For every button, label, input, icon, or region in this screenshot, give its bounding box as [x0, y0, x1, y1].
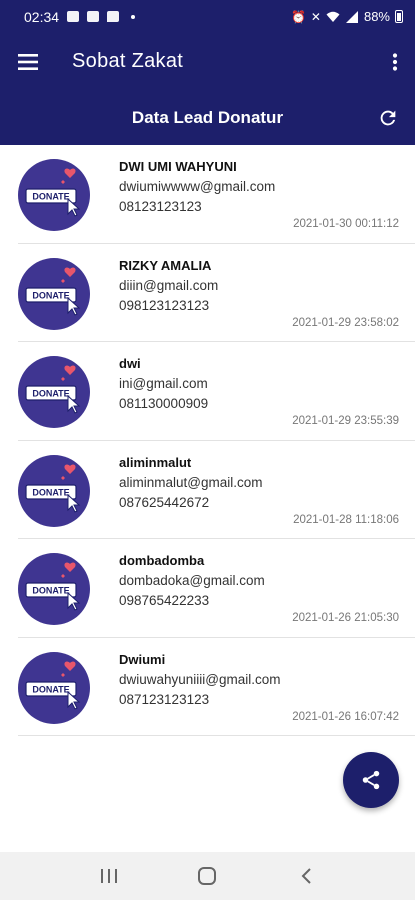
lead-date: 2021-01-28 11:18:06	[293, 513, 399, 526]
refresh-icon	[380, 110, 396, 126]
lead-phone: 098765422233	[119, 593, 210, 608]
lead-phone: 08123123123	[119, 199, 202, 214]
home-icon	[198, 867, 217, 885]
recents-button[interactable]	[89, 856, 129, 896]
lead-name: Dwiumi	[119, 651, 166, 667]
donate-label: DONATE	[32, 586, 69, 596]
hamburger-icon	[18, 53, 38, 70]
donate-avatar: DONATE	[18, 651, 90, 724]
lead-list-item[interactable]: DONATE RIZKY AMALIA diiin@gmail.com 0981231…	[18, 244, 415, 342]
status-time: 02:34	[24, 8, 60, 25]
more-options-button[interactable]	[375, 33, 415, 90]
battery-icon	[395, 10, 403, 23]
app-bar: Sobat Zakat	[0, 33, 415, 90]
lead-phone: 098123123123	[119, 297, 210, 313]
signal-icon	[345, 10, 358, 23]
lead-date: 2021-01-30 00:11:12	[293, 218, 399, 230]
more-notifications-icon	[131, 14, 136, 19]
lead-phone: 087123123123	[119, 691, 210, 707]
donate-icon: DONATE	[25, 267, 81, 316]
donate-avatar: DONATE	[18, 454, 90, 527]
donate-avatar: DONATE	[18, 159, 90, 231]
lead-name: aliminmalut	[119, 454, 192, 470]
recents-icon	[101, 869, 118, 883]
gallery-notification-icon	[87, 11, 100, 22]
lead-list: DONATE DWI UMI WAHYUNI dwiumiwwww@gmail.co…	[0, 145, 415, 736]
lead-name: dwi	[119, 356, 141, 371]
lead-email: dombadoka@gmail.com	[119, 573, 265, 588]
donate-icon: DONATE	[25, 365, 81, 414]
image-notification-icon	[67, 11, 80, 22]
donate-icon: DONATE	[25, 661, 81, 710]
lead-name: RIZKY AMALIA	[119, 257, 212, 273]
lead-list-item[interactable]: DONATE dwi ini@gmail.com 081130000909 2021-0…	[18, 342, 415, 441]
back-icon	[301, 868, 311, 884]
donate-avatar: DONATE	[18, 553, 90, 625]
lead-email: ini@gmail.com	[119, 376, 208, 391]
status-right: ⏰ ✕ 88%	[291, 9, 403, 24]
wifi-icon	[326, 11, 340, 22]
battery-percent: 88%	[363, 9, 390, 24]
section-title: Data Lead Donatur	[131, 107, 284, 127]
alarm-icon: ⏰	[290, 9, 306, 24]
more-vert-icon	[392, 52, 398, 71]
lead-email: aliminmalut@gmail.com	[119, 474, 263, 490]
donate-label: DONATE	[32, 389, 69, 399]
app-title: Sobat Zakat	[72, 50, 184, 72]
share-icon	[362, 770, 380, 790]
donate-icon: DONATE	[25, 168, 81, 217]
donate-label: DONATE	[32, 290, 69, 300]
lead-date: 2021-01-26 21:05:30	[292, 612, 399, 624]
donate-icon: DONATE	[25, 464, 81, 513]
system-nav-bar	[0, 852, 415, 900]
home-button[interactable]	[187, 856, 227, 896]
lead-email: dwiumiwwww@gmail.com	[119, 179, 276, 194]
lead-email: diiin@gmail.com	[119, 277, 219, 293]
donate-avatar: DONATE	[18, 257, 90, 330]
lead-email: dwiuwahyuniiii@gmail.com	[119, 671, 281, 687]
mute-icon: ✕	[310, 9, 321, 24]
message-notification-icon	[107, 11, 120, 22]
hamburger-menu-button[interactable]	[0, 33, 58, 90]
lead-phone: 081130000909	[119, 396, 209, 411]
lead-name: DWI UMI WAHYUNI	[119, 159, 237, 174]
lead-date: 2021-01-29 23:58:02	[292, 316, 399, 329]
refresh-button[interactable]	[375, 105, 401, 131]
donate-icon: DONATE	[25, 562, 81, 611]
lead-date: 2021-01-26 16:07:42	[292, 710, 399, 723]
lead-list-item[interactable]: DONATE aliminmalut aliminmalut@gmail.com 08…	[18, 441, 415, 539]
lead-list-item[interactable]: DONATE dombadomba dombadoka@gmail.com 09876…	[18, 539, 415, 638]
donate-label: DONATE	[32, 684, 69, 694]
status-left: 02:34	[24, 8, 136, 25]
donate-avatar: DONATE	[18, 356, 90, 428]
status-bar: 02:34 ⏰ ✕ 88%	[0, 0, 415, 33]
lead-list-item[interactable]: DONATE DWI UMI WAHYUNI dwiumiwwww@gmail.co…	[18, 145, 415, 244]
sub-header: Data Lead Donatur	[0, 90, 415, 145]
back-button[interactable]	[286, 856, 326, 896]
lead-name: dombadomba	[119, 553, 205, 568]
lead-list-item[interactable]: DONATE Dwiumi dwiuwahyuniiii@gmail.com 0871…	[18, 638, 415, 736]
lead-date: 2021-01-29 23:55:39	[292, 415, 399, 427]
donate-label: DONATE	[32, 192, 69, 202]
lead-phone: 087625442672	[119, 494, 210, 510]
donate-label: DONATE	[32, 487, 69, 497]
share-fab[interactable]	[343, 752, 399, 808]
